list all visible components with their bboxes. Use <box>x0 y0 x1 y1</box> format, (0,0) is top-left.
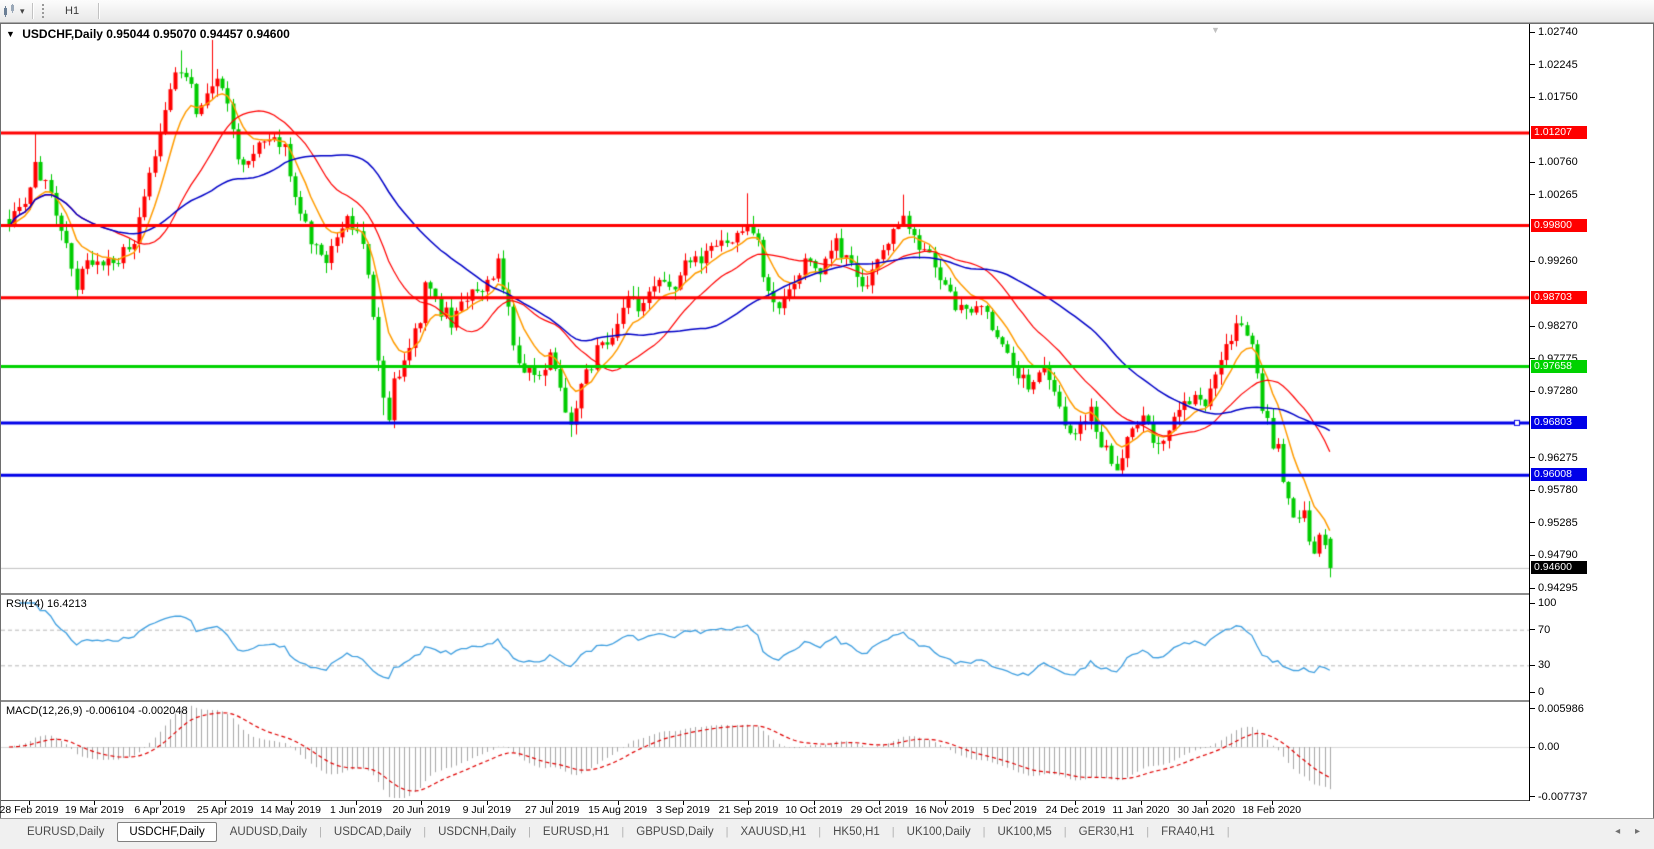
price-axis-tick-mark <box>1530 326 1535 327</box>
price-axis-tick-mark <box>1530 97 1535 98</box>
price-axis-tick-mark <box>1530 391 1535 392</box>
toolbar-grip-handle[interactable] <box>42 4 47 18</box>
price-axis-tick-mark <box>1530 64 1535 65</box>
price-axis-tick-mark <box>1530 261 1535 262</box>
date-axis[interactable]: 28 Feb 201919 Mar 20196 Apr 201925 Apr 2… <box>1 801 1653 818</box>
mt4-workspace: ▾ M1M5M15M30H1H4D1W1MN ▼ USDCHF,Daily 0.… <box>0 0 1654 849</box>
chart-tab-bar: EURUSD,DailyUSDCHF,DailyAUDUSD,Daily | USD… <box>0 818 1654 849</box>
chart-symbol-label: USDCHF,Daily <box>22 27 103 41</box>
macd-axis-tick-mark <box>1530 747 1535 748</box>
price-chart-canvas[interactable] <box>1 24 1529 593</box>
price-level-label[interactable]: 0.98703 <box>1531 291 1587 304</box>
chart-tab-xauusd-h1[interactable]: XAUUSD,H1 <box>729 823 817 841</box>
tab-separator: | <box>1226 826 1231 838</box>
macd-axis-tick: 0.00 <box>1538 741 1559 753</box>
tab-scroll-left-icon[interactable]: ◂ <box>1615 826 1626 837</box>
macd-signal-value: -0.002048 <box>138 705 188 717</box>
macd-axis-tick-mark <box>1530 708 1535 709</box>
price-axis-tick-mark <box>1530 32 1535 33</box>
chart-tab-usdchf-daily[interactable]: USDCHF,Daily <box>117 822 216 842</box>
rsi-label: RSI(14) 16.4213 <box>6 598 87 610</box>
timeframe-button-H1[interactable]: H1 <box>53 1 92 21</box>
chart-tabs: EURUSD,DailyUSDCHF,DailyAUDUSD,Daily | USD… <box>16 821 1231 843</box>
price-level-label[interactable]: 0.97658 <box>1531 360 1587 373</box>
macd-axis-tick-mark <box>1530 796 1535 797</box>
tab-scroll-arrows: ◂ ▸ <box>1615 826 1646 837</box>
toolbar-separator <box>98 3 100 19</box>
chart-tab-eurusd-daily[interactable]: EURUSD,Daily <box>16 823 115 841</box>
chart-window: ▼ USDCHF,Daily 0.95044 0.95070 0.94457 0… <box>0 23 1654 818</box>
price-level-label[interactable]: 1.01207 <box>1531 126 1587 139</box>
price-axis-tick-mark <box>1530 194 1535 195</box>
macd-name: MACD(12,26,9) <box>6 705 82 717</box>
chart-type-button[interactable]: ▾ <box>2 4 25 18</box>
price-axis-tick-mark <box>1530 555 1535 556</box>
tab-scroll-right-icon[interactable]: ▸ <box>1635 826 1646 837</box>
date-axis-label: 18 Feb 2020 <box>1230 804 1314 816</box>
price-axis-tick: 0.99260 <box>1538 255 1578 267</box>
rsi-indicator-canvas[interactable] <box>1 595 1529 700</box>
chart-tab-uk100-daily[interactable]: UK100,Daily <box>896 823 982 841</box>
macd-label: MACD(12,26,9) -0.006104 -0.002048 <box>6 705 188 717</box>
chart-shift-marker-icon[interactable]: ▼ <box>1211 25 1220 35</box>
collapse-icon[interactable]: ▼ <box>6 29 15 39</box>
chart-tab-uk100-m5[interactable]: UK100,M5 <box>986 823 1062 841</box>
price-axis-tick: 0.95780 <box>1538 484 1578 496</box>
price-level-label[interactable]: 0.99800 <box>1531 219 1587 232</box>
price-axis-tick: 0.94790 <box>1538 549 1578 561</box>
price-axis-tick: 1.01750 <box>1538 91 1578 103</box>
rsi-axis-tick-mark <box>1530 603 1535 604</box>
rsi-axis-tick: 70 <box>1538 624 1550 636</box>
price-axis-tick-mark <box>1530 522 1535 523</box>
rsi-axis-tick: 0 <box>1538 686 1544 698</box>
price-axis-tick: 0.94295 <box>1538 582 1578 594</box>
chart-ohlc-values: 0.95044 0.95070 0.94457 0.94600 <box>106 27 290 41</box>
macd-axis-tick: 0.005986 <box>1538 703 1584 715</box>
toolbar-separator <box>32 3 34 19</box>
chart-tab-audusd-daily[interactable]: AUDUSD,Daily <box>219 823 318 841</box>
panel-separator[interactable] <box>1 593 1653 595</box>
price-axis-tick: 0.95285 <box>1538 517 1578 529</box>
candlestick-chart-icon <box>2 4 18 18</box>
price-axis-tick: 1.00265 <box>1538 189 1578 201</box>
rsi-axis-tick: 100 <box>1538 597 1556 609</box>
price-axis-tick: 1.00760 <box>1538 156 1578 168</box>
current-price-label: 0.94600 <box>1531 561 1587 574</box>
price-axis-tick-mark <box>1530 490 1535 491</box>
chart-tab-usdcad-daily[interactable]: USDCAD,Daily <box>323 823 422 841</box>
chart-tab-ger30-h1[interactable]: GER30,H1 <box>1068 823 1146 841</box>
rsi-current-value: 16.4213 <box>47 598 87 610</box>
price-axis-tick: 1.02245 <box>1538 59 1578 71</box>
panel-separator[interactable] <box>1 700 1653 702</box>
price-axis-tick-mark <box>1530 588 1535 589</box>
price-level-label[interactable]: 0.96803 <box>1531 416 1587 429</box>
macd-main-value: -0.006104 <box>85 705 135 717</box>
chart-tab-eurusd-h1[interactable]: EURUSD,H1 <box>532 823 620 841</box>
rsi-axis-tick-mark <box>1530 665 1535 666</box>
price-axis-tick-mark <box>1530 457 1535 458</box>
price-axis-tick: 0.97280 <box>1538 385 1578 397</box>
chart-tab-fra40-h1[interactable]: FRA40,H1 <box>1150 823 1226 841</box>
rsi-axis-tick: 30 <box>1538 659 1550 671</box>
rsi-axis-tick-mark <box>1530 629 1535 630</box>
chevron-down-icon[interactable]: ▾ <box>20 6 25 17</box>
price-axis-tick: 0.96275 <box>1538 452 1578 464</box>
chart-title: ▼ USDCHF,Daily 0.95044 0.95070 0.94457 0… <box>6 27 290 41</box>
price-axis-tick: 0.98270 <box>1538 320 1578 332</box>
price-level-label[interactable]: 0.96008 <box>1531 468 1587 481</box>
chart-tab-usdcnh-daily[interactable]: USDCNH,Daily <box>427 823 527 841</box>
price-axis[interactable]: 1.02740 1.02245 1.01750 1.00760 1.00265 0.992… <box>1529 24 1653 801</box>
macd-indicator-canvas[interactable] <box>1 702 1529 800</box>
timeframe-toolbar: ▾ M1M5M15M30H1H4D1W1MN <box>0 0 1654 23</box>
rsi-axis-tick-mark <box>1530 692 1535 693</box>
price-axis-tick: 1.02740 <box>1538 26 1578 38</box>
chart-tab-hk50-h1[interactable]: HK50,H1 <box>822 823 891 841</box>
rsi-name: RSI(14) <box>6 598 44 610</box>
price-axis-tick-mark <box>1530 162 1535 163</box>
chart-tab-gbpusd-daily[interactable]: GBPUSD,Daily <box>625 823 724 841</box>
